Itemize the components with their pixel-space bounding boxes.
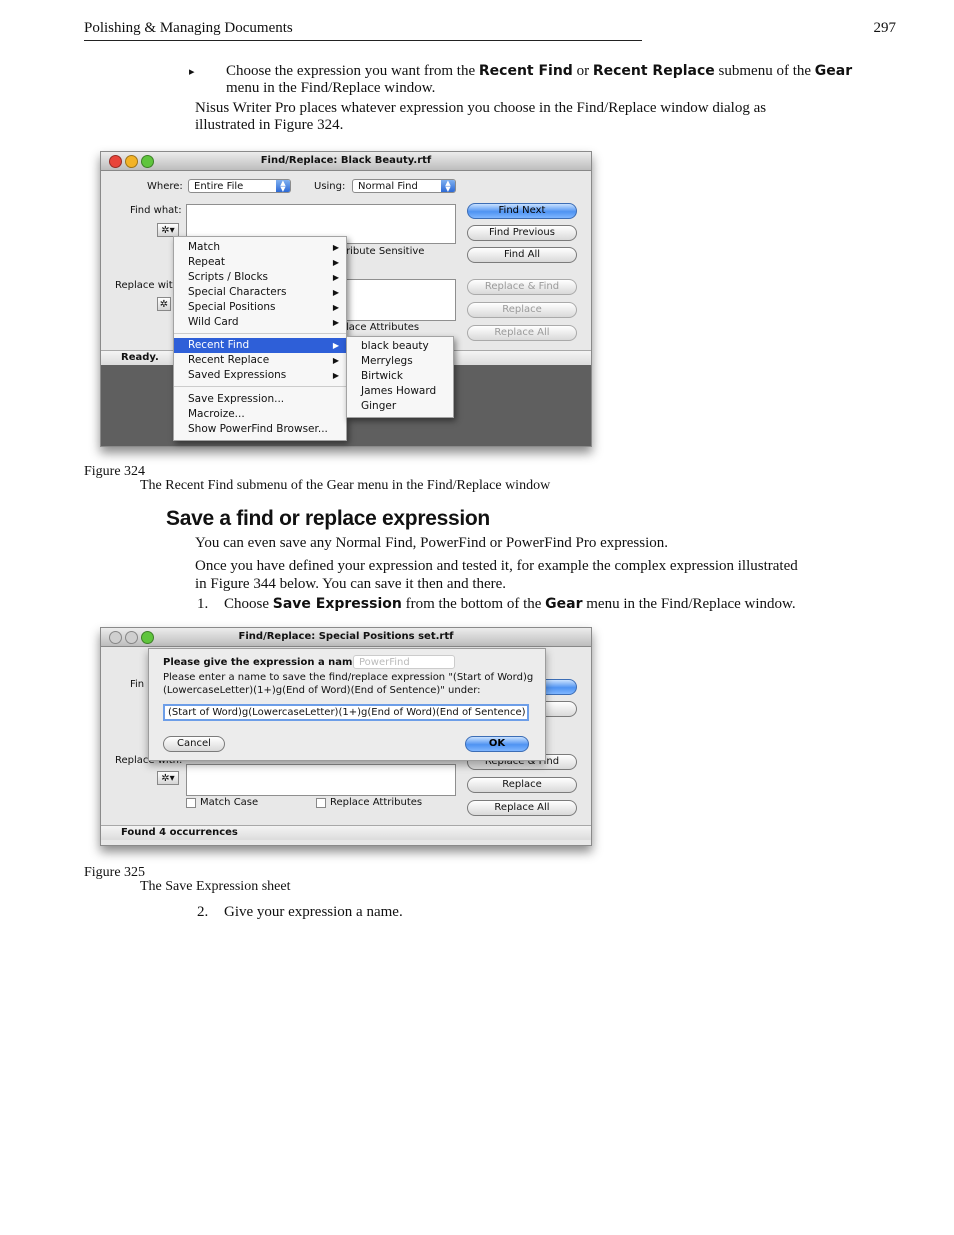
- using-popup: PowerFind: [353, 655, 455, 669]
- figure-number: Figure 324: [84, 464, 146, 479]
- sheet-title: Please give the expression a name.: [163, 657, 364, 668]
- submenu-arrow-icon: ▶: [332, 371, 339, 380]
- popup-arrows-icon: ▲ ▼: [441, 180, 455, 193]
- replace-attributes-checkbox[interactable]: [316, 798, 326, 808]
- menu-item-macroize[interactable]: Macroize...: [174, 407, 346, 422]
- where-label: Where:: [147, 181, 183, 192]
- menu-separator: [174, 386, 346, 387]
- figure-caption: The Recent Find submenu of the Gear menu…: [140, 478, 551, 493]
- expression-name-input[interactable]: (Start of Word)g(LowercaseLetter)(1+)g(E…: [163, 704, 529, 721]
- submenu-arrow-icon: ▶: [332, 273, 339, 282]
- paragraph: illustrated in Figure 324.: [195, 117, 344, 133]
- step-text: Choose Save Expression from the bottom o…: [224, 596, 796, 612]
- bullet-marker: ▸: [189, 66, 195, 78]
- menu-item-wild-card[interactable]: Wild Card ▶: [174, 315, 346, 330]
- paragraph: Once you have defined your expression an…: [195, 558, 798, 574]
- match-case-label: Match Case: [200, 797, 259, 808]
- replace-with-label: Replace wit: [115, 280, 173, 291]
- where-popup[interactable]: Entire File ▲ ▼: [188, 179, 291, 193]
- submenu-item[interactable]: black beauty: [347, 339, 453, 354]
- paragraph: Nisus Writer Pro places whatever express…: [195, 100, 767, 116]
- bullet-text: Choose the expression you want from the …: [226, 63, 853, 79]
- title-bar: Find/Replace: Special Positions set.rtf: [101, 628, 591, 647]
- submenu-item[interactable]: Merrylegs: [347, 354, 453, 369]
- window-title: Find/Replace: Black Beauty.rtf: [260, 155, 432, 166]
- status-text: Ready.: [121, 352, 159, 363]
- replace-all-button[interactable]: Replace All: [467, 325, 577, 341]
- submenu-arrow-icon: ▶: [332, 303, 339, 312]
- using-label: Using:: [314, 181, 346, 192]
- replace-all-button[interactable]: Replace All: [467, 800, 577, 816]
- paragraph: in Figure 344 below. You can save it the…: [195, 576, 507, 592]
- menu-item-match[interactable]: Match ▶: [174, 240, 346, 255]
- menu-item-save-expression[interactable]: Save Expression...: [174, 392, 346, 407]
- step-number: 1.: [197, 596, 209, 612]
- save-expression-sheet: Please give the expression a name. Power…: [148, 648, 546, 761]
- match-case-checkbox[interactable]: [186, 798, 196, 808]
- page-number: 297: [873, 20, 897, 36]
- find-label: Fin: [130, 679, 145, 690]
- running-header: Polishing & Managing Documents: [84, 20, 293, 36]
- cancel-button[interactable]: Cancel: [163, 736, 225, 752]
- menu-item-repeat[interactable]: Repeat ▶: [174, 255, 346, 270]
- menu-item-special-characters[interactable]: Special Characters ▶: [174, 285, 346, 300]
- step-text: Give your expression a name.: [224, 904, 403, 920]
- submenu-arrow-icon: ▶: [332, 341, 339, 350]
- using-popup[interactable]: Normal Find ▲ ▼: [352, 179, 456, 193]
- menu-item-recent-find[interactable]: Recent Find ▶: [174, 338, 346, 353]
- status-bar: Found 4 occurrences: [101, 825, 591, 840]
- submenu-arrow-icon: ▶: [332, 288, 339, 297]
- status-text: Found 4 occurrences: [121, 827, 238, 838]
- find-replace-window: Find/Replace: Special Positions set.rtf …: [100, 627, 592, 846]
- replace-button[interactable]: Replace: [467, 777, 577, 793]
- menu-separator: [174, 333, 346, 334]
- gear-menu: Match ▶ Repeat ▶ Scripts / Blocks ▶ Special…: [173, 236, 347, 441]
- using-value: Normal Find: [358, 181, 418, 192]
- step-number: 2.: [197, 904, 209, 920]
- sheet-message: Please enter a name to save the find/rep…: [163, 672, 534, 683]
- title-bar: Find/Replace: Black Beauty.rtf: [101, 152, 591, 171]
- find-all-button[interactable]: Find All: [467, 247, 577, 263]
- attribute-sensitive-label: ribute Sensitive: [346, 246, 425, 257]
- replace-attributes-label: Replace Attributes: [330, 797, 423, 808]
- replace-attributes-label: lace Attributes: [346, 322, 420, 333]
- recent-find-submenu: black beauty Merrylegs Birtwick James Ho…: [346, 336, 454, 418]
- replace-field[interactable]: [186, 764, 456, 796]
- header-rule: [84, 40, 642, 41]
- gear-icon[interactable]: ✲▾: [157, 223, 179, 237]
- replace-find-button[interactable]: Replace & Find: [467, 279, 577, 295]
- submenu-item[interactable]: James Howard: [347, 384, 453, 399]
- submenu-item[interactable]: Birtwick: [347, 369, 453, 384]
- menu-item-recent-replace[interactable]: Recent Replace ▶: [174, 353, 346, 368]
- replace-field[interactable]: [346, 279, 456, 321]
- popup-arrows-icon: ▲ ▼: [276, 180, 290, 193]
- find-what-label: Find what:: [130, 205, 182, 216]
- find-next-button[interactable]: Find Next: [467, 203, 577, 219]
- paragraph: You can even save any Normal Find, Power…: [195, 535, 669, 551]
- bullet-text-line2: menu in the Find/Replace window.: [226, 80, 436, 96]
- submenu-arrow-icon: ▶: [332, 258, 339, 267]
- menu-item-special-positions[interactable]: Special Positions ▶: [174, 300, 346, 315]
- replace-button[interactable]: Replace: [467, 302, 577, 318]
- sheet-message: (LowercaseLetter)(1+)g(End of Word)(End …: [163, 685, 481, 696]
- figure-number: Figure 325: [84, 865, 146, 880]
- menu-item-show-powerfind-browser[interactable]: Show PowerFind Browser...: [174, 422, 346, 437]
- menu-item-scripts-blocks[interactable]: Scripts / Blocks ▶: [174, 270, 346, 285]
- window-title: Find/Replace: Special Positions set.rtf: [238, 631, 454, 642]
- find-replace-window: Find/Replace: Black Beauty.rtf Where: En…: [100, 151, 592, 447]
- where-value: Entire File: [194, 181, 244, 192]
- find-previous-button[interactable]: Find Previous: [467, 225, 577, 241]
- submenu-arrow-icon: ▶: [332, 243, 339, 252]
- gear-icon[interactable]: ✲▾: [157, 771, 179, 785]
- submenu-item[interactable]: Ginger: [347, 399, 453, 414]
- menu-item-saved-expressions[interactable]: Saved Expressions ▶: [174, 368, 346, 383]
- ok-button[interactable]: OK: [465, 736, 529, 752]
- figure-caption: The Save Expression sheet: [140, 879, 291, 894]
- submenu-arrow-icon: ▶: [332, 318, 339, 327]
- gear-icon[interactable]: ✲: [157, 297, 171, 311]
- section-heading: Save a find or replace expression: [166, 507, 490, 530]
- submenu-arrow-icon: ▶: [332, 356, 339, 365]
